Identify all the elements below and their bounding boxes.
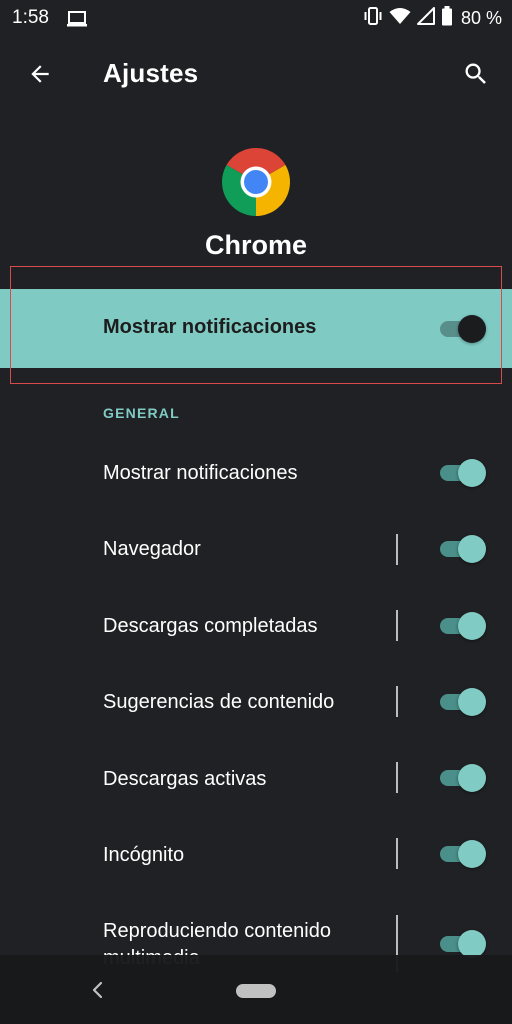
battery-percentage: 80 % <box>460 7 502 28</box>
nav-back-icon[interactable] <box>88 979 108 1001</box>
toggle-thumb <box>458 459 486 487</box>
search-icon <box>465 63 486 84</box>
toggle-thumb <box>458 688 486 716</box>
setting-label: Navegador <box>103 538 201 560</box>
toggle-thumb <box>458 764 486 792</box>
setting-label-line1: Reproduciendo contenido <box>103 920 331 942</box>
setting-row-mostrar-notificaciones[interactable]: Mostrar notificaciones <box>0 435 512 511</box>
battery-icon <box>441 5 453 31</box>
setting-label: Incógnito <box>103 844 185 866</box>
toggle-thumb <box>458 840 486 868</box>
status-time: 1:58 <box>12 7 49 28</box>
row-divider <box>396 838 398 869</box>
row-divider <box>396 686 398 717</box>
arrow-left-icon <box>31 65 49 83</box>
master-notifications-row[interactable]: Mostrar notificaciones <box>0 289 512 368</box>
search-button[interactable] <box>458 56 494 92</box>
app-bar: Ajustes <box>0 36 512 112</box>
row-divider <box>396 610 398 641</box>
navigation-bar <box>0 955 512 1024</box>
setting-label: Descargas activas <box>103 768 267 790</box>
vibrate-icon <box>363 6 383 30</box>
toggle-thumb <box>458 930 486 958</box>
setting-label: Sugerencias de contenido <box>103 691 335 713</box>
setting-row-incognito[interactable]: Incógnito <box>0 815 512 891</box>
setting-toggle[interactable] <box>438 458 486 488</box>
master-notifications-toggle[interactable] <box>438 314 486 344</box>
toggle-thumb <box>458 535 486 563</box>
back-button[interactable] <box>22 56 58 92</box>
status-icons: 80 % <box>363 5 502 31</box>
chrome-logo-icon <box>222 148 290 216</box>
setting-toggle[interactable] <box>438 763 486 793</box>
setting-row-sugerencias-de-contenido[interactable]: Sugerencias de contenido <box>0 663 512 739</box>
master-notifications-label: Mostrar notificaciones <box>103 316 317 338</box>
setting-toggle[interactable] <box>438 611 486 641</box>
status-bar: 1:58 80 % <box>0 0 512 36</box>
row-divider <box>396 534 398 565</box>
setting-row-navegador[interactable]: Navegador <box>0 511 512 587</box>
setting-row-descargas-completadas[interactable]: Descargas completadas <box>0 587 512 663</box>
setting-toggle[interactable] <box>438 687 486 717</box>
laptop-icon <box>66 10 88 33</box>
page-title: Ajustes <box>103 58 199 88</box>
signal-icon <box>416 6 435 30</box>
setting-row-descargas-activas[interactable]: Descargas activas <box>0 739 512 815</box>
setting-label: Mostrar notificaciones <box>103 462 298 484</box>
app-name: Chrome <box>204 230 307 260</box>
home-pill-icon[interactable] <box>236 984 276 998</box>
wifi-icon <box>389 7 411 30</box>
row-divider <box>396 762 398 793</box>
section-header-general: GENERAL <box>103 405 180 421</box>
setting-toggle[interactable] <box>438 839 486 869</box>
setting-toggle[interactable] <box>438 534 486 564</box>
toggle-thumb <box>458 612 486 640</box>
toggle-thumb <box>458 315 486 343</box>
setting-label: Descargas completadas <box>103 615 318 637</box>
